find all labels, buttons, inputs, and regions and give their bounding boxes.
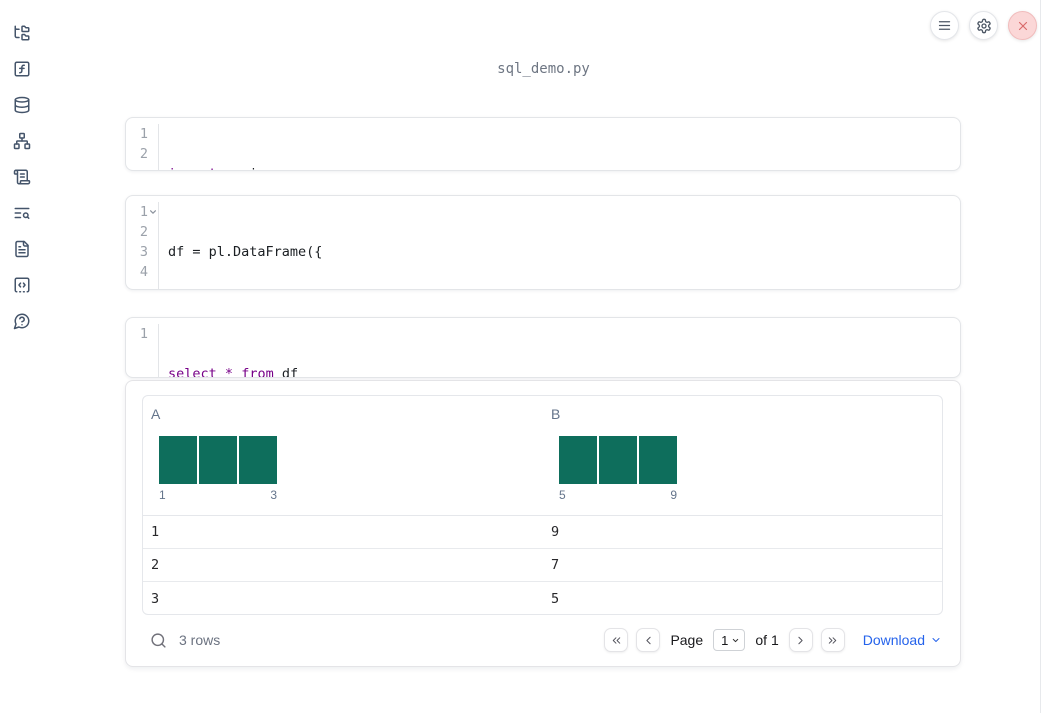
file-explorer-icon[interactable] bbox=[13, 24, 31, 42]
table-cell: 5 bbox=[551, 590, 560, 607]
page-select-value: 1 bbox=[721, 632, 729, 648]
column-header-a[interactable]: A 1 3 bbox=[143, 396, 543, 515]
table-cell: 9 bbox=[551, 524, 560, 540]
line-number-gutter: 1 2 bbox=[126, 124, 159, 170]
line-number: 4 bbox=[139, 264, 148, 280]
data-sources-icon[interactable] bbox=[13, 96, 31, 114]
row-count: 3 rows bbox=[179, 632, 221, 648]
code-token: select bbox=[168, 366, 217, 378]
table-row: 3 5 bbox=[143, 582, 942, 614]
code-editor[interactable]: import marimo as mo import polars as pl bbox=[159, 124, 322, 170]
line-number: 2 bbox=[139, 224, 148, 240]
code-token: df = pl.DataFrame({ bbox=[168, 244, 323, 260]
chevron-down-icon bbox=[930, 634, 942, 646]
line-number: 3 bbox=[139, 244, 148, 260]
table-cell: 3 bbox=[151, 590, 160, 607]
line-number: 1 bbox=[139, 204, 148, 220]
variables-icon[interactable] bbox=[13, 60, 31, 78]
next-page-button[interactable] bbox=[788, 628, 813, 652]
code-line: select * from df bbox=[168, 364, 299, 378]
shutdown-button[interactable] bbox=[1008, 11, 1037, 40]
chevrons-left-icon bbox=[610, 634, 623, 647]
fold-chevron-icon[interactable] bbox=[148, 202, 158, 222]
notebook-filename[interactable]: sql_demo.py bbox=[44, 61, 1043, 77]
column-label: A bbox=[151, 406, 161, 422]
histogram-bar bbox=[199, 436, 237, 484]
dependency-graph-icon[interactable] bbox=[13, 132, 31, 150]
code-token: mo bbox=[298, 166, 322, 170]
table-row: 1 9 bbox=[143, 516, 942, 549]
logs-icon[interactable] bbox=[13, 168, 31, 186]
snippets-icon[interactable] bbox=[13, 276, 31, 294]
help-icon[interactable] bbox=[13, 312, 31, 330]
sql-cell[interactable]: 1 select * from df Output variable: sql bbox=[125, 317, 961, 378]
code-editor[interactable]: df = pl.DataFrame({ "A": [1, 2, 3], "B":… bbox=[159, 202, 323, 289]
page-total-label: of 1 bbox=[755, 632, 779, 648]
code-token: import bbox=[168, 166, 217, 170]
cell-output: A 1 3 B 5 9 1 9 2 7 3 5 3 rows Page 1 of… bbox=[125, 380, 961, 667]
table-cell: 2 bbox=[151, 557, 160, 573]
data-table: A 1 3 B 5 9 1 9 2 7 3 5 bbox=[142, 395, 943, 615]
table-cell: 7 bbox=[551, 557, 560, 573]
download-button[interactable]: Download bbox=[863, 632, 942, 648]
code-editor[interactable]: select * from df bbox=[159, 324, 299, 378]
column-header-b[interactable]: B 5 9 bbox=[543, 396, 942, 515]
column-histogram: 1 3 bbox=[159, 436, 277, 502]
table-cell: 1 bbox=[151, 524, 160, 540]
code-token: marimo bbox=[217, 166, 282, 170]
table-footer: 3 rows Page 1 of 1 Download bbox=[142, 625, 944, 655]
documentation-icon[interactable] bbox=[13, 240, 31, 258]
histogram-min-label: 5 bbox=[559, 488, 566, 502]
chevron-right-icon bbox=[794, 634, 807, 647]
search-icon[interactable] bbox=[150, 632, 167, 649]
line-number: 1 bbox=[139, 326, 148, 342]
histogram-min-label: 1 bbox=[159, 488, 166, 502]
pagination: Page 1 of 1 Download bbox=[604, 628, 942, 652]
histogram-bar bbox=[559, 436, 597, 484]
table-row: 2 7 bbox=[143, 549, 942, 582]
line-number-gutter: 1 bbox=[126, 324, 159, 377]
histogram-max-label: 3 bbox=[270, 488, 277, 502]
line-number: 2 bbox=[139, 146, 148, 162]
helper-sidebar bbox=[0, 0, 44, 713]
chevron-left-icon bbox=[642, 634, 655, 647]
histogram-max-label: 9 bbox=[670, 488, 677, 502]
code-cell-dataframe[interactable]: 1 2 3 4 df = pl.DataFrame({ "A": [1, 2, … bbox=[125, 195, 961, 290]
scratchpad-search-icon[interactable] bbox=[13, 204, 31, 222]
line-number: 1 bbox=[139, 126, 148, 142]
code-token: as bbox=[282, 166, 298, 170]
histogram-bar bbox=[159, 436, 197, 484]
download-label: Download bbox=[862, 632, 925, 648]
settings-button[interactable] bbox=[969, 11, 998, 40]
first-page-button[interactable] bbox=[604, 628, 629, 652]
code-cell-imports[interactable]: 1 2 import marimo as mo import polars as… bbox=[125, 117, 961, 171]
code-line: import marimo as mo bbox=[168, 164, 322, 170]
marimo-app: sql_demo.py 1 2 import marimo as mo impo… bbox=[0, 0, 1043, 713]
column-histogram: 5 9 bbox=[559, 436, 677, 502]
prev-page-button[interactable] bbox=[636, 628, 661, 652]
hamburger-icon bbox=[937, 18, 952, 33]
line-number-gutter: 1 2 3 4 bbox=[126, 202, 159, 289]
page-select[interactable]: 1 bbox=[713, 629, 746, 651]
histogram-bar bbox=[639, 436, 677, 484]
histogram-bar bbox=[239, 436, 277, 484]
close-icon bbox=[1016, 19, 1030, 33]
right-panel-border bbox=[1040, 0, 1041, 713]
chevrons-right-icon bbox=[826, 634, 839, 647]
page-label: Page bbox=[670, 632, 704, 648]
menu-button[interactable] bbox=[930, 11, 959, 40]
column-label: B bbox=[551, 406, 561, 422]
chevron-down-icon bbox=[731, 636, 740, 645]
last-page-button[interactable] bbox=[820, 628, 845, 652]
code-line: df = pl.DataFrame({ bbox=[168, 242, 323, 262]
code-token: from bbox=[241, 366, 274, 378]
histogram-bar bbox=[599, 436, 637, 484]
code-token: * bbox=[224, 366, 234, 378]
code-token: df bbox=[273, 366, 299, 378]
gear-icon bbox=[976, 18, 992, 34]
table-header: A 1 3 B 5 9 bbox=[143, 396, 942, 516]
